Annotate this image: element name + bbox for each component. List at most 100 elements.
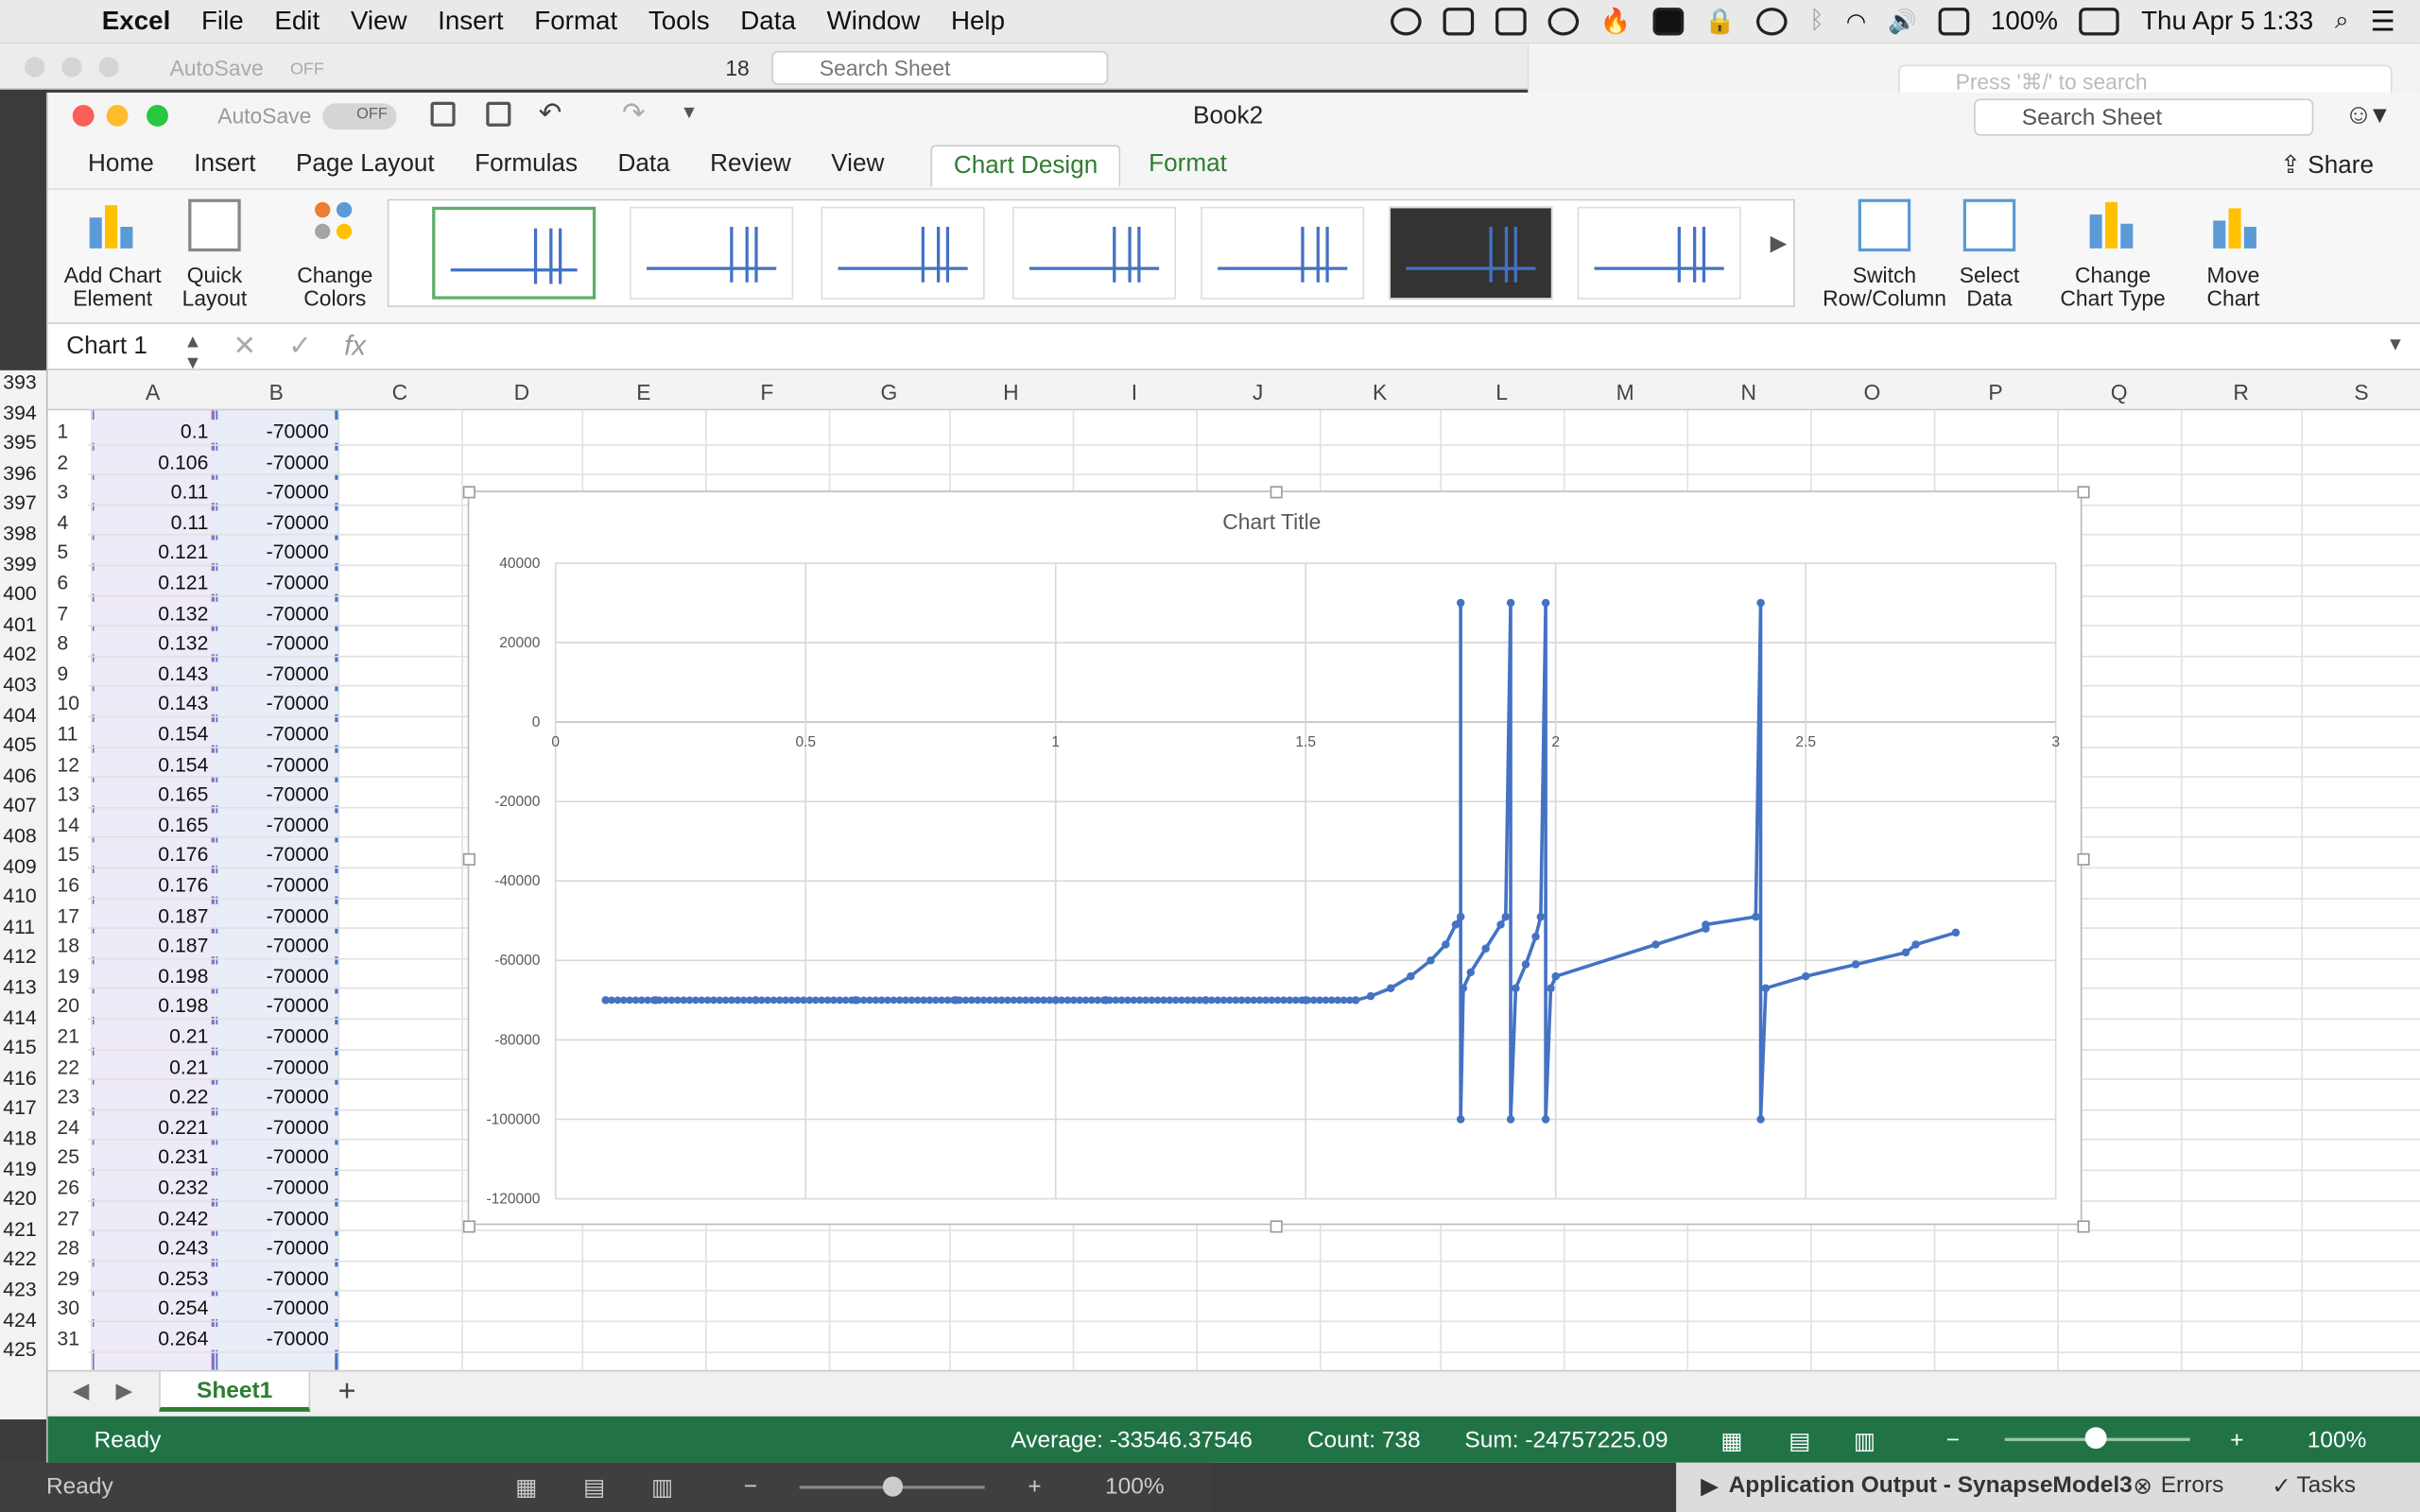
bluetooth-icon[interactable]: ᛒ — [1809, 8, 1824, 35]
cell-b[interactable]: -70000 — [214, 813, 338, 836]
row-header[interactable]: 26 — [48, 1176, 88, 1198]
chart-resize-handle[interactable] — [462, 852, 475, 866]
row-header[interactable]: 11 — [48, 722, 88, 745]
row-header[interactable]: 12 — [48, 752, 88, 775]
undo-icon[interactable]: ↶ — [539, 97, 562, 129]
cell-b[interactable]: -70000 — [214, 934, 338, 957]
application-output-label[interactable]: Application Output - SynapseModel3 — [1729, 1472, 2133, 1499]
cell-a[interactable]: 0.187 — [91, 903, 215, 927]
add-sheet-icon[interactable]: + — [338, 1375, 356, 1411]
cell-a[interactable]: 0.231 — [91, 1145, 215, 1169]
cell-b[interactable]: -70000 — [214, 601, 338, 625]
row-header[interactable]: 10 — [48, 692, 88, 714]
tab-format[interactable]: Format — [1149, 151, 1227, 179]
column-header-k[interactable]: K — [1320, 380, 1440, 404]
column-header-p[interactable]: P — [1934, 380, 2058, 404]
tab-formulas[interactable]: Formulas — [475, 151, 578, 179]
bg-zoom-in-icon[interactable]: + — [1028, 1473, 1041, 1500]
flame-icon[interactable]: 🔥 — [1599, 7, 1631, 38]
chart-style-4[interactable] — [1012, 206, 1177, 300]
column-header-q[interactable]: Q — [2057, 380, 2181, 404]
cell-b[interactable]: -70000 — [214, 843, 338, 867]
cell-a[interactable]: 0.21 — [91, 1024, 215, 1048]
cell-a[interactable]: 0.176 — [91, 873, 215, 897]
bg-search-input[interactable]: Search Sheet — [771, 50, 1109, 85]
cell-a[interactable]: 0.121 — [91, 541, 215, 564]
row-header[interactable]: 21 — [48, 1024, 88, 1047]
errors-icon[interactable]: ⊗ — [2133, 1472, 2152, 1500]
column-header-o[interactable]: O — [1810, 380, 1934, 404]
bg-page-layout-icon[interactable]: ▤ — [583, 1473, 605, 1502]
name-box-stepper-icon[interactable]: ▲ ▼ — [183, 330, 201, 373]
prev-sheet-icon[interactable]: ◀ — [73, 1378, 90, 1404]
cell-a[interactable]: 0.121 — [91, 571, 215, 594]
row-header[interactable]: 27 — [48, 1206, 88, 1228]
cell-a[interactable]: 0.154 — [91, 722, 215, 746]
next-sheet-icon[interactable]: ▶ — [115, 1378, 132, 1404]
row-header[interactable]: 13 — [48, 782, 88, 805]
column-header-j[interactable]: J — [1196, 380, 1320, 404]
chart-style-5[interactable] — [1201, 206, 1365, 300]
row-header[interactable]: 1 — [48, 420, 88, 442]
row-header[interactable]: 30 — [48, 1297, 88, 1319]
cell-a[interactable]: 0.132 — [91, 601, 215, 625]
cell-b[interactable]: -70000 — [214, 722, 338, 746]
column-header-b[interactable]: B — [215, 380, 338, 404]
chart-resize-handle[interactable] — [2077, 1220, 2090, 1233]
battery-icon[interactable] — [2079, 8, 2120, 36]
bg-autosave-toggle[interactable]: OFF — [290, 60, 324, 79]
column-header-g[interactable]: G — [829, 380, 949, 404]
cell-a[interactable]: 0.143 — [91, 692, 215, 715]
cell-a[interactable]: 0.243 — [91, 1236, 215, 1260]
chart-style-7[interactable] — [1577, 206, 1741, 300]
do-not-disturb-icon[interactable] — [1547, 8, 1579, 36]
chart-svg[interactable]: 40000 20000 0 -20000 -40000 -60000 -80000 -1000… — [469, 492, 2083, 1227]
zoom-out-icon[interactable]: − — [1946, 1427, 1960, 1453]
quick-layout-button[interactable]: Quick Layout — [181, 198, 249, 311]
cell-b[interactable]: -70000 — [214, 1055, 338, 1078]
cell-b[interactable]: -70000 — [214, 1297, 338, 1320]
screen-record-icon[interactable] — [1442, 8, 1474, 36]
cell-b[interactable]: -70000 — [214, 994, 338, 1018]
tab-insert[interactable]: Insert — [194, 151, 255, 179]
row-header[interactable]: 7 — [48, 601, 88, 624]
tab-data[interactable]: Data — [617, 151, 669, 179]
time-machine-icon[interactable] — [1756, 8, 1789, 36]
row-header[interactable]: 16 — [48, 873, 88, 896]
switch-row-column-button[interactable]: Switch Row/Column — [1823, 198, 1946, 311]
cell-b[interactable]: -70000 — [214, 1085, 338, 1108]
zoom-level[interactable]: 100% — [2308, 1427, 2367, 1453]
column-header-c[interactable]: C — [338, 380, 462, 404]
row-header[interactable]: 8 — [48, 631, 88, 654]
row-header[interactable]: 15 — [48, 843, 88, 866]
row-header[interactable]: 9 — [48, 662, 88, 684]
sheet-tab-sheet1[interactable]: Sheet1 — [159, 1371, 311, 1412]
cell-a[interactable]: 0.253 — [91, 1266, 215, 1290]
cell-a[interactable]: 0.176 — [91, 843, 215, 867]
volume-icon[interactable]: 🔊 — [1888, 8, 1917, 36]
notification-center-icon[interactable]: ☰ — [2371, 6, 2395, 38]
bg-normal-view-icon[interactable]: ▦ — [515, 1473, 537, 1502]
cell-b[interactable]: -70000 — [214, 873, 338, 897]
sidebar-icon[interactable] — [430, 101, 456, 127]
menu-file[interactable]: File — [201, 7, 244, 38]
cell-a[interactable]: 0.21 — [91, 1055, 215, 1078]
chart-resize-handle[interactable] — [462, 486, 475, 499]
menu-view[interactable]: View — [351, 7, 407, 38]
terminal-icon[interactable] — [1495, 8, 1527, 36]
name-box[interactable]: Chart 1 — [66, 334, 147, 361]
play-icon[interactable]: ▶ — [1701, 1472, 1719, 1500]
cell-a[interactable]: 0.254 — [91, 1297, 215, 1320]
cell-b[interactable]: -70000 — [214, 1206, 338, 1229]
customize-toolbar-icon[interactable]: ▾ — [683, 98, 694, 125]
row-header[interactable]: 3 — [48, 480, 88, 503]
minimize-button[interactable] — [106, 105, 129, 127]
menu-edit[interactable]: Edit — [274, 7, 320, 38]
column-header-h[interactable]: H — [949, 380, 1073, 404]
cell-a[interactable]: 0.187 — [91, 934, 215, 957]
battery-percent[interactable]: 100% — [1991, 7, 2058, 38]
cell-a[interactable]: 0.221 — [91, 1115, 215, 1139]
cell-b[interactable]: -70000 — [214, 1145, 338, 1169]
calendar-icon[interactable] — [1938, 8, 1970, 36]
cell-b[interactable]: -70000 — [214, 1266, 338, 1290]
